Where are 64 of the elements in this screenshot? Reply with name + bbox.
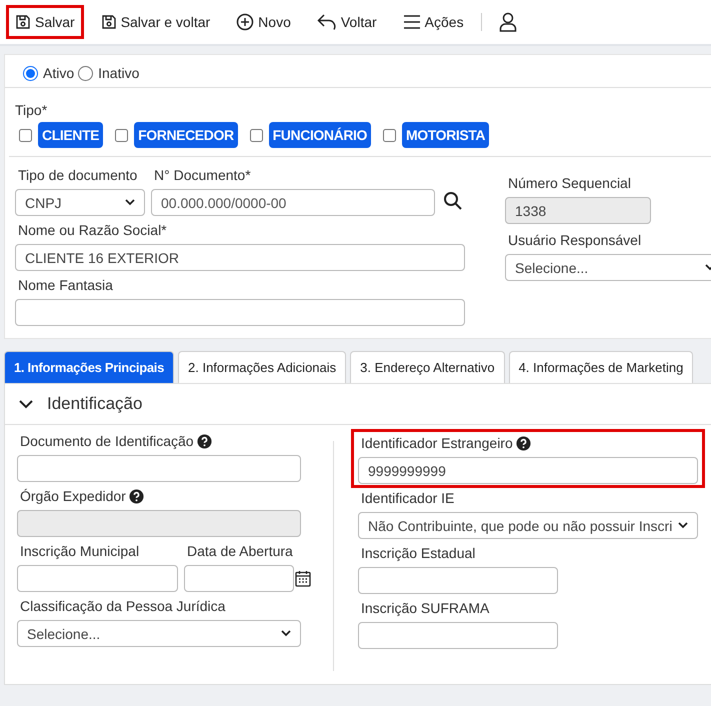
tab[interactable]: 2. Informações Adicionais: [178, 351, 346, 383]
field-label: Nome Fantasia: [18, 277, 113, 293]
field-label: N° Documento*: [154, 167, 251, 183]
tab[interactable]: 1. Informações Principais: [4, 351, 174, 383]
input-field[interactable]: [17, 565, 178, 592]
checkbox[interactable]: [383, 128, 396, 142]
toolbar-button[interactable]: Salvar: [6, 5, 84, 39]
help-icon[interactable]: [196, 434, 212, 448]
field-label: Tipo*: [15, 102, 48, 118]
toolbar-button[interactable]: Salvar e voltar: [92, 5, 220, 39]
type-tag[interactable]: MOTORISTA: [402, 122, 490, 148]
caret-icon: [678, 522, 688, 529]
input-field[interactable]: CLIENTE 16 EXTERIOR: [15, 244, 465, 271]
select-field[interactable]: Selecione...: [505, 254, 711, 281]
input-field[interactable]: [17, 455, 301, 482]
field-label: Usuário Responsável: [508, 232, 642, 248]
select-field[interactable]: CNPJ: [15, 189, 145, 216]
radio-button[interactable]: [23, 66, 38, 80]
save-icon: [100, 14, 117, 30]
toolbar-button[interactable]: Novo: [227, 4, 300, 40]
type-tag[interactable]: FORNECEDOR: [134, 122, 238, 148]
select-field[interactable]: Não Contribuinte, que pode ou não possuir Inscri: [358, 512, 698, 539]
input-field[interactable]: [358, 622, 558, 649]
help-icon[interactable]: [516, 436, 531, 450]
field-label: Inscrição SUFRAMA: [361, 600, 490, 616]
field-label: Tipo de documento: [18, 167, 138, 183]
field-label: Identificador IE: [361, 490, 454, 506]
checkbox[interactable]: [115, 128, 128, 142]
tab[interactable]: 4. Informações de Marketing: [508, 351, 694, 383]
toolbar-button[interactable]: Voltar: [308, 4, 386, 40]
field-label: Número Sequencial: [508, 175, 631, 191]
field-label: Identificador Estrangeiro: [361, 435, 513, 451]
caret-icon: [125, 199, 135, 206]
input-field[interactable]: [358, 567, 558, 594]
select-field[interactable]: Selecione...: [17, 620, 301, 647]
calendar-icon[interactable]: [295, 570, 311, 587]
save-icon: [15, 14, 31, 30]
add-icon: [236, 13, 254, 31]
chevron-icon: [19, 400, 33, 408]
field-label: Documento de Identificação: [20, 433, 194, 449]
type-tag[interactable]: FUNCIONÁRIO: [268, 122, 372, 148]
input-field[interactable]: [15, 299, 465, 326]
field-label: Órgão Expedidor: [20, 488, 126, 504]
radio-label: Ativo: [43, 65, 74, 81]
search-icon[interactable]: [443, 191, 463, 211]
date-field[interactable]: [184, 565, 294, 592]
input-field[interactable]: 9999999999: [358, 457, 698, 484]
menu-icon: [402, 14, 421, 30]
type-tag[interactable]: CLIENTE: [38, 122, 104, 148]
radio-button[interactable]: [78, 66, 94, 80]
user-icon: [498, 12, 517, 32]
radio-label: Inativo: [98, 65, 140, 81]
field-label: Inscrição Municipal: [20, 543, 140, 559]
toolbar-button[interactable]: Ações: [394, 5, 473, 39]
field-label: Nome ou Razão Social*: [18, 222, 167, 238]
checkbox[interactable]: [19, 128, 32, 142]
checkbox[interactable]: [250, 128, 263, 142]
undo-icon: [316, 13, 337, 31]
input-field[interactable]: 00.000.000/0000-00: [151, 189, 435, 216]
caret-icon: [281, 630, 291, 637]
field-label: Inscrição Estadual: [361, 545, 476, 561]
field-label: Data de Abertura: [187, 543, 293, 559]
tab[interactable]: 3. Endereço Alternativo: [350, 351, 505, 383]
field-label: Classificação da Pessoa Jurídica: [20, 598, 226, 614]
